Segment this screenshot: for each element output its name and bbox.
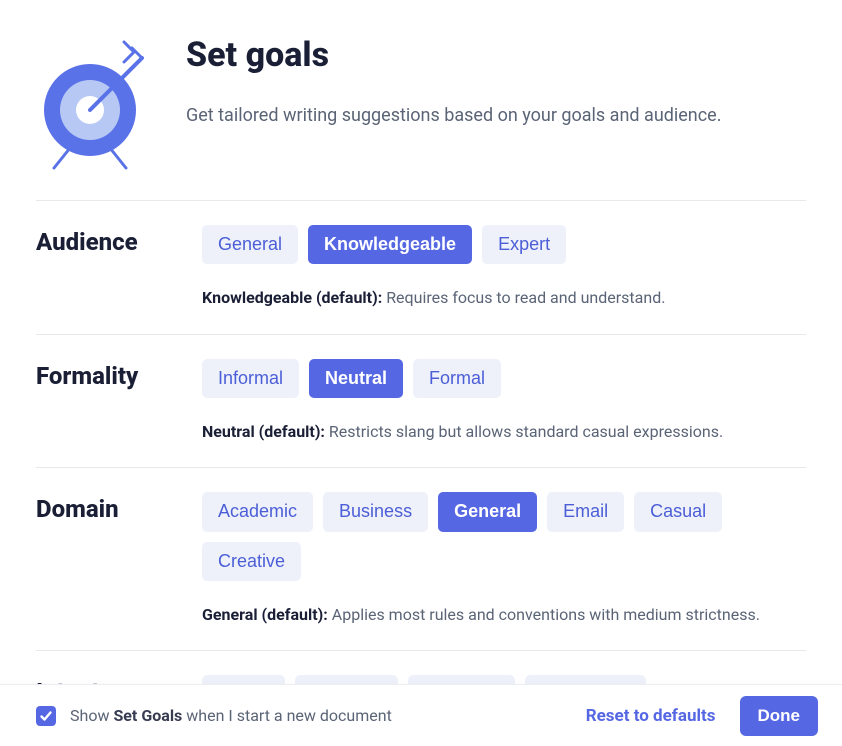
intent-section: Intent Inform Describe Convince Tell A Story… (36, 651, 806, 684)
audience-body: General Knowledgeable Expert Knowledgeable … (202, 225, 806, 310)
domain-options: Academic Business General Email Casual Creati… (202, 492, 806, 581)
audience-option-expert[interactable]: Expert (482, 225, 566, 264)
formality-description: Neutral (default): Restricts slang but a… (202, 420, 806, 443)
done-button[interactable]: Done (740, 696, 819, 736)
domain-label: Domain (36, 492, 180, 525)
domain-option-academic[interactable]: Academic (202, 492, 313, 531)
audience-option-knowledgeable[interactable]: Knowledgeable (308, 225, 472, 264)
domain-option-casual[interactable]: Casual (634, 492, 722, 531)
show-on-start-checkbox[interactable] (36, 706, 56, 726)
formality-body: Informal Neutral Formal Neutral (default): … (202, 359, 806, 444)
page-subtitle: Get tailored writing suggestions based o… (186, 103, 806, 129)
audience-option-general[interactable]: General (202, 225, 298, 264)
footer-text-bold: Set Goals (113, 706, 182, 725)
intent-option-tell-a-story[interactable]: Tell A Story (525, 675, 646, 684)
domain-body: Academic Business General Email Casual Creati… (202, 492, 806, 626)
domain-option-general[interactable]: General (438, 492, 537, 531)
audience-label: Audience (36, 225, 180, 258)
target-icon (36, 36, 144, 174)
footer-bar: Show Set Goals when I start a new docume… (0, 684, 842, 746)
domain-option-business[interactable]: Business (323, 492, 428, 531)
footer-text-post: when I start a new document (182, 706, 392, 725)
domain-description: General (default): Applies most rules an… (202, 603, 806, 626)
intent-body: InformDescribeConvinceTell A StoryExperi… (202, 675, 806, 684)
intent-options: Inform Describe Convince Tell A Story (202, 675, 806, 684)
formality-section: Formality Informal Neutral Formal Neutral (d… (36, 335, 806, 469)
formality-options: Informal Neutral Formal (202, 359, 806, 398)
formality-label: Formality (36, 359, 180, 392)
intent-option-convince[interactable]: Convince (408, 675, 515, 684)
domain-section: Domain Academic Business General Email Casual… (36, 468, 806, 651)
formality-option-neutral[interactable]: Neutral (309, 359, 403, 398)
intent-option-describe[interactable]: Describe (295, 675, 398, 684)
formality-option-informal[interactable]: Informal (202, 359, 299, 398)
footer-text-pre: Show (70, 706, 113, 725)
domain-option-creative[interactable]: Creative (202, 542, 301, 581)
page-title: Set goals (186, 36, 806, 75)
reset-to-defaults-link[interactable]: Reset to defaults (586, 706, 716, 726)
audience-description: Knowledgeable (default): Requires focus … (202, 286, 806, 309)
audience-options: General Knowledgeable Expert (202, 225, 806, 264)
intent-option-inform[interactable]: Inform (202, 675, 285, 684)
footer-text: Show Set Goals when I start a new docume… (70, 706, 572, 725)
formality-option-formal[interactable]: Formal (413, 359, 501, 398)
audience-section: Audience General Knowledgeable Expert Knowle… (36, 201, 806, 335)
domain-option-email[interactable]: Email (547, 492, 624, 531)
intent-label: Intent (36, 675, 180, 684)
